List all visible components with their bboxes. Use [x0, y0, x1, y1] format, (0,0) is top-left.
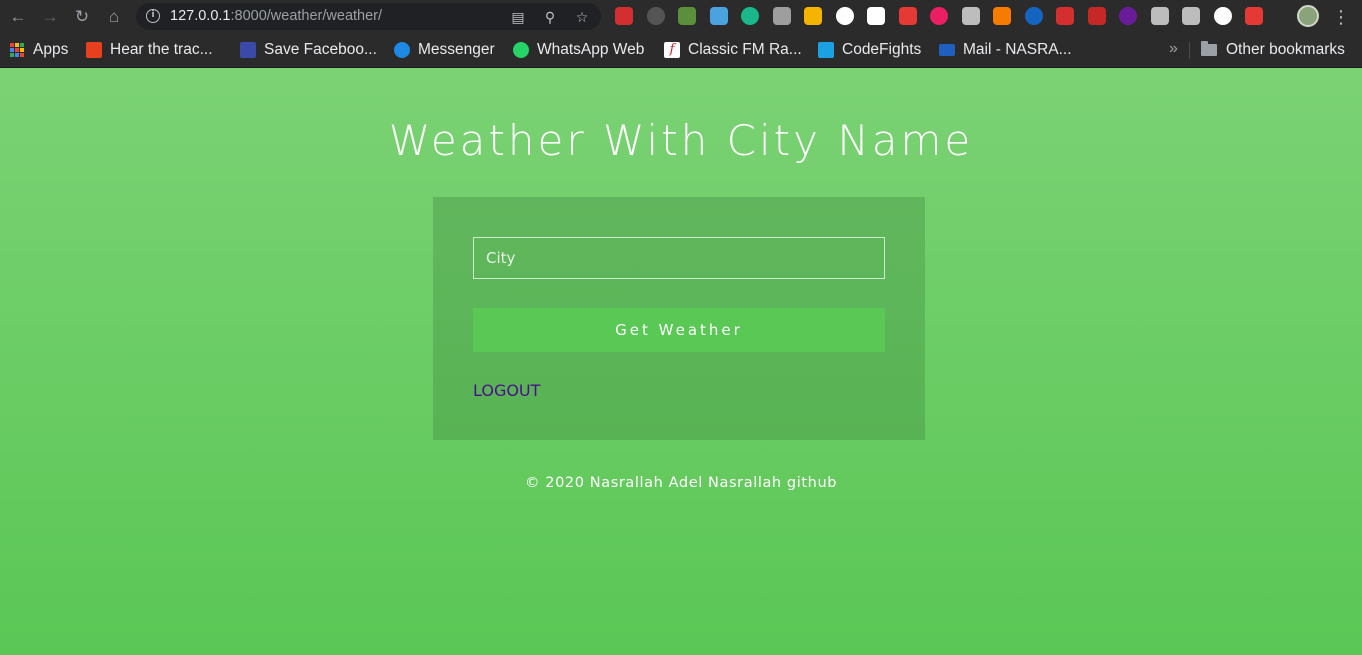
bookmark-whatsapp[interactable]: WhatsApp Web — [513, 40, 644, 60]
bookmark-star-icon[interactable]: ☆ — [572, 7, 592, 27]
extension-icon[interactable] — [1119, 7, 1137, 25]
save-facebook-icon — [240, 42, 256, 58]
mail-icon — [939, 44, 955, 56]
url-path: :8000/weather/weather/ — [230, 8, 383, 24]
extension-icon[interactable] — [1245, 7, 1263, 25]
extension-icon[interactable] — [1088, 7, 1106, 25]
city-input[interactable] — [473, 237, 885, 279]
get-weather-button[interactable]: Get Weather — [473, 308, 885, 352]
codefights-icon — [818, 42, 834, 58]
bookmark-save-facebook[interactable]: Save Faceboo... — [240, 40, 377, 60]
profile-avatar[interactable] — [1297, 5, 1319, 27]
extension-icon[interactable] — [962, 7, 980, 25]
extension-icon[interactable] — [993, 7, 1011, 25]
extension-icon[interactable] — [867, 7, 885, 25]
soundcloud-icon — [86, 42, 102, 58]
bookmark-codefights[interactable]: CodeFights — [818, 40, 921, 60]
bookmark-label: Save Faceboo... — [264, 41, 377, 58]
other-bookmarks[interactable]: Other bookmarks — [1201, 40, 1345, 60]
extension-icon[interactable] — [836, 7, 854, 25]
logout-link[interactable]: LOGOUT — [473, 381, 540, 400]
apps-grid-icon — [10, 43, 24, 57]
menu-dots-icon[interactable]: ⋮ — [1332, 4, 1350, 30]
page-title: Weather With City Name — [388, 116, 974, 165]
forward-arrow-icon[interactable]: → — [37, 4, 63, 30]
extension-icon[interactable] — [773, 7, 791, 25]
extension-icon[interactable] — [710, 7, 728, 25]
browser-toolbar: ← → ↻ ⌂ i 127.0.0.1:8000/weather/weather… — [0, 0, 1362, 33]
extension-icon[interactable] — [1214, 7, 1232, 25]
bookmark-soundcloud[interactable]: Hear the trac... — [86, 40, 213, 60]
extension-icon[interactable] — [930, 7, 948, 25]
footer-credit: © 2020 Nasrallah Adel Nasrallah github — [524, 475, 838, 491]
url-host: 127.0.0.1 — [170, 8, 231, 24]
address-bar[interactable]: i 127.0.0.1:8000/weather/weather/ ▤ ⚲ ☆ — [136, 3, 601, 30]
bookmark-messenger[interactable]: Messenger — [394, 40, 495, 60]
other-bookmarks-label: Other bookmarks — [1226, 41, 1345, 58]
extension-icon[interactable] — [899, 7, 917, 25]
bookmark-apps[interactable]: Apps — [10, 40, 68, 60]
folder-icon — [1201, 41, 1217, 56]
bookmarks-bar: Apps Hear the trac... Save Faceboo... Me… — [0, 33, 1362, 68]
bookmark-classic-fm[interactable]: f Classic FM Ra... — [664, 40, 802, 60]
bookmarks-divider — [1189, 42, 1190, 59]
bookmark-label: Apps — [33, 41, 69, 58]
classic-fm-icon: f — [664, 42, 680, 58]
bookmark-label: Mail - NASRA... — [963, 41, 1072, 58]
more-bookmarks-chevron-icon[interactable]: » — [1169, 40, 1178, 58]
site-info-icon[interactable]: i — [146, 9, 160, 23]
bookmark-label: Hear the trac... — [110, 41, 213, 58]
extension-icon[interactable] — [647, 7, 665, 25]
messenger-icon — [394, 42, 410, 58]
bookmark-label: Classic FM Ra... — [688, 41, 802, 58]
key-icon[interactable]: ⚲ — [540, 7, 560, 27]
extension-icon[interactable] — [1151, 7, 1169, 25]
whatsapp-icon — [513, 42, 529, 58]
back-arrow-icon[interactable]: ← — [5, 4, 31, 30]
weather-page: Weather With City Name Get Weather LOGOU… — [0, 68, 1362, 655]
extension-icon[interactable] — [678, 7, 696, 25]
extension-icon[interactable] — [1025, 7, 1043, 25]
bookmark-label: WhatsApp Web — [537, 41, 645, 58]
home-icon[interactable]: ⌂ — [101, 4, 127, 30]
extension-icon[interactable] — [1056, 7, 1074, 25]
extension-icon[interactable] — [804, 7, 822, 25]
extension-icon[interactable] — [741, 7, 759, 25]
address-url[interactable]: 127.0.0.1:8000/weather/weather/ — [170, 8, 382, 24]
extension-icon[interactable] — [615, 7, 633, 25]
cast-icon[interactable]: ▤ — [508, 7, 528, 27]
bookmark-label: CodeFights — [842, 41, 922, 58]
extension-icon[interactable] — [1182, 7, 1200, 25]
bookmark-mail[interactable]: Mail - NASRA... — [939, 40, 1072, 60]
reload-icon[interactable]: ↻ — [69, 4, 95, 30]
weather-form-card: Get Weather LOGOUT — [433, 197, 925, 440]
bookmark-label: Messenger — [418, 41, 495, 58]
